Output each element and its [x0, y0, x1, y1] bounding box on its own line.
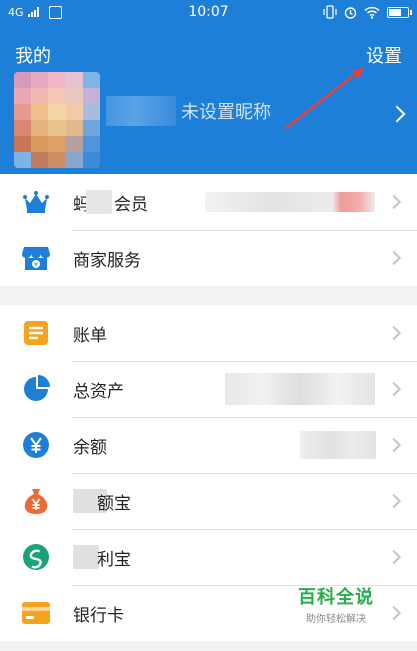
status-bar: 4G 10:07 [0, 0, 417, 24]
merchant-services-label: 商家服务 [73, 250, 141, 271]
yulibao-label: 利宝 [97, 549, 131, 570]
blurred-value [225, 373, 375, 405]
avatar[interactable] [14, 72, 100, 168]
chevron-right-icon[interactable] [388, 105, 406, 123]
crown-icon [22, 188, 50, 216]
list-item-balance[interactable]: 余额 [0, 417, 417, 473]
battery-icon [387, 6, 412, 18]
watermark-title: 百科全说 [298, 587, 374, 608]
membership-label: 会员 [114, 194, 148, 215]
yuan-coin-icon [22, 431, 50, 459]
bank-card-label: 银行卡 [73, 605, 124, 626]
list-item-total-assets[interactable]: 总资产 [0, 361, 417, 417]
blurred-value [300, 431, 376, 459]
settings-button[interactable]: 设置 [366, 42, 402, 68]
nickname-label[interactable]: 未设置昵称 [181, 98, 271, 124]
total-assets-label: 总资产 [73, 381, 124, 402]
blurred-text [86, 190, 112, 214]
membership-section: 蚂 会员 ¥ 商家服务 [0, 174, 417, 286]
page-title: 我的 [15, 46, 51, 67]
blurred-text [73, 545, 99, 569]
bill-icon [22, 319, 50, 347]
list-item-membership[interactable]: 蚂 会员 [0, 174, 417, 230]
list-item-yuebao[interactable]: 额宝 [0, 473, 417, 529]
watermark-subtitle: 助你轻松解决 [306, 614, 366, 625]
swirl-icon [22, 543, 50, 571]
bank-card-icon [22, 599, 50, 627]
svg-text:¥: ¥ [34, 262, 38, 269]
money-bag-icon [22, 487, 50, 515]
status-time: 10:07 [188, 4, 229, 20]
balance-label: 余额 [73, 437, 107, 458]
list-item-merchant-services[interactable]: ¥ 商家服务 [0, 230, 417, 286]
yuebao-label: 额宝 [97, 493, 131, 514]
profile-header: 我的 设置 未设置昵称 [0, 24, 417, 174]
list-item-bill[interactable]: 账单 [0, 305, 417, 361]
bill-label: 账单 [73, 325, 107, 346]
store-icon: ¥ [22, 244, 50, 272]
pie-chart-icon [22, 375, 50, 403]
annotation-arrow-icon [285, 67, 364, 129]
blurred-value [205, 192, 375, 212]
blurred-username [106, 96, 176, 126]
watermark-logo: 百科全说 助你轻松解决 [298, 583, 374, 625]
list-item-yulibao[interactable]: 利宝 [0, 529, 417, 585]
